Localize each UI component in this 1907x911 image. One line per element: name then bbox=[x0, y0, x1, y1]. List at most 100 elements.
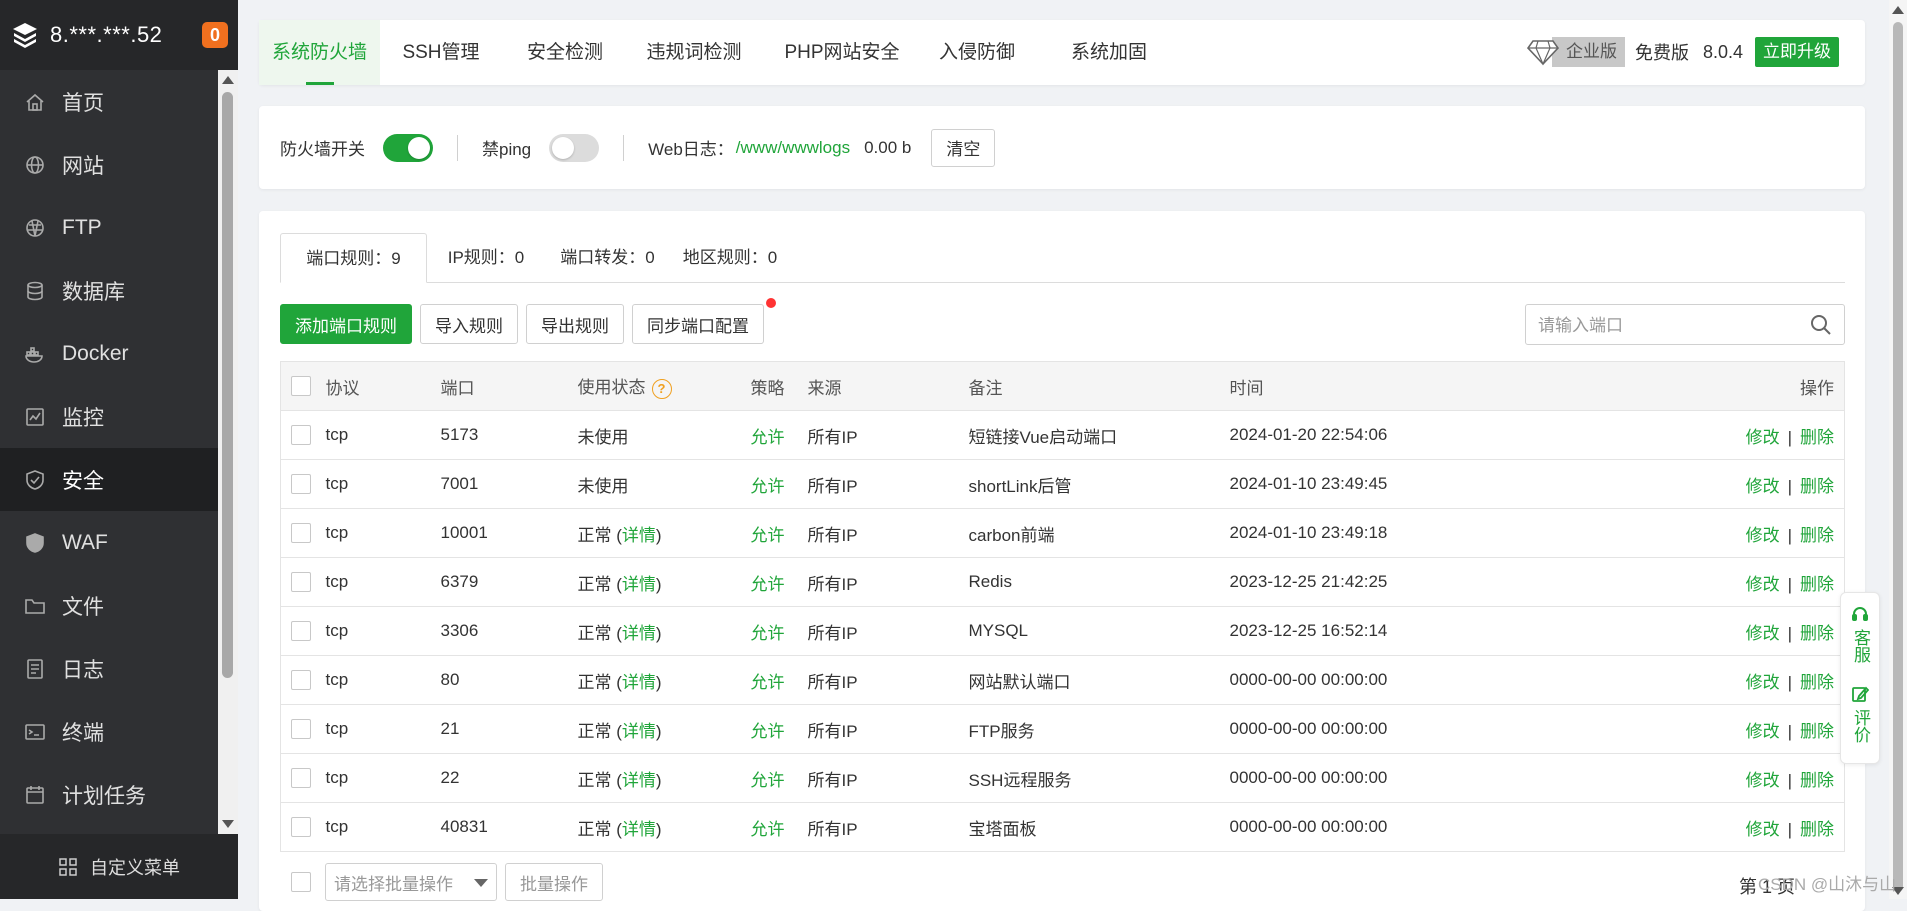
sidebar-item-7[interactable]: WAF bbox=[0, 511, 218, 574]
clear-log-button[interactable]: 清空 bbox=[931, 128, 996, 167]
batch-operation-select[interactable]: 请选择批量操作 bbox=[325, 863, 497, 901]
row-checkbox[interactable] bbox=[291, 768, 311, 789]
row-checkbox[interactable] bbox=[291, 572, 311, 593]
delete-link[interactable]: 删除 bbox=[1800, 722, 1834, 741]
sidebar-item-3[interactable]: 数据库 bbox=[0, 259, 218, 322]
delete-link[interactable]: 删除 bbox=[1800, 477, 1834, 496]
row-checkbox[interactable] bbox=[291, 621, 311, 642]
edit-link[interactable]: 修改 bbox=[1746, 820, 1780, 839]
detail-link[interactable]: 详情 bbox=[622, 673, 656, 692]
cell-policy[interactable]: 允许 bbox=[750, 508, 808, 558]
ping-toggle[interactable] bbox=[549, 133, 600, 162]
cell-policy[interactable]: 允许 bbox=[750, 704, 808, 754]
export-rules-button[interactable]: 导出规则 bbox=[526, 304, 624, 344]
sidebar-item-10[interactable]: 终端 bbox=[0, 700, 218, 763]
tab-system-firewall[interactable]: 系统防火墙 bbox=[259, 20, 380, 85]
sidebar-item-0[interactable]: 首页 bbox=[0, 70, 218, 133]
tab-region-rules[interactable]: 地区规则：0 bbox=[670, 233, 790, 282]
cell-policy[interactable]: 允许 bbox=[750, 753, 808, 803]
scroll-up-arrow-icon[interactable] bbox=[1892, 6, 1904, 14]
edit-link[interactable]: 修改 bbox=[1746, 477, 1780, 496]
batch-operation-button[interactable]: 批量操作 bbox=[505, 863, 603, 901]
edit-link[interactable]: 修改 bbox=[1746, 428, 1780, 447]
cell-policy[interactable]: 允许 bbox=[750, 410, 808, 460]
sidebar-item-2[interactable]: FTP bbox=[0, 196, 218, 259]
cell-policy[interactable]: 允许 bbox=[750, 655, 808, 705]
weblog-path-link[interactable]: /www/wwwlogs bbox=[736, 138, 850, 158]
help-icon[interactable]: ? bbox=[651, 378, 672, 399]
add-port-rule-button[interactable]: 添加端口规则 bbox=[280, 304, 412, 344]
sidebar-item-11[interactable]: 计划任务 bbox=[0, 763, 218, 826]
delete-link[interactable]: 删除 bbox=[1800, 428, 1834, 447]
edit-link[interactable]: 修改 bbox=[1746, 673, 1780, 692]
delete-link[interactable]: 删除 bbox=[1800, 526, 1834, 545]
cell-policy[interactable]: 允许 bbox=[750, 557, 808, 607]
cell-time: 2024-01-10 23:49:18 bbox=[1229, 508, 1510, 558]
tab-ip-rules[interactable]: IP规则：0 bbox=[427, 233, 545, 282]
scroll-up-arrow-icon[interactable] bbox=[222, 76, 234, 84]
tab-port-forward[interactable]: 端口转发：0 bbox=[545, 233, 670, 282]
review-button[interactable]: 评价 bbox=[1850, 685, 1870, 743]
import-rules-button[interactable]: 导入规则 bbox=[420, 304, 518, 344]
detail-link[interactable]: 详情 bbox=[622, 624, 656, 643]
detail-link[interactable]: 详情 bbox=[622, 771, 656, 790]
sidebar-item-9[interactable]: 日志 bbox=[0, 637, 218, 700]
detail-link[interactable]: 详情 bbox=[622, 575, 656, 594]
row-checkbox[interactable] bbox=[291, 719, 311, 740]
sidebar-item-1[interactable]: 网站 bbox=[0, 133, 218, 196]
sidebar-item-5[interactable]: 监控 bbox=[0, 385, 218, 448]
sidebar-scroll-thumb[interactable] bbox=[222, 92, 233, 678]
row-checkbox[interactable] bbox=[291, 670, 311, 691]
batch-select-all-checkbox[interactable] bbox=[291, 872, 311, 892]
cell-policy[interactable]: 允许 bbox=[750, 606, 808, 656]
tab-system-hardening[interactable]: 系统加固 bbox=[1034, 20, 1184, 85]
customer-service-button[interactable]: 客服 bbox=[1850, 605, 1870, 663]
select-all-checkbox[interactable] bbox=[291, 376, 311, 397]
firewall-toggle[interactable] bbox=[383, 133, 433, 162]
edit-link[interactable]: 修改 bbox=[1746, 722, 1780, 741]
row-select-cell bbox=[280, 410, 326, 460]
sidebar-item-4[interactable]: Docker bbox=[0, 322, 218, 385]
delete-link[interactable]: 删除 bbox=[1800, 624, 1834, 643]
delete-link[interactable]: 删除 bbox=[1800, 820, 1834, 839]
upgrade-button[interactable]: 立即升级 bbox=[1755, 37, 1839, 67]
custom-menu-button[interactable]: 自定义菜单 bbox=[0, 834, 238, 899]
edit-link[interactable]: 修改 bbox=[1746, 771, 1780, 790]
row-checkbox[interactable] bbox=[291, 523, 311, 544]
detail-link[interactable]: 详情 bbox=[622, 526, 656, 545]
page-scroll-thumb[interactable] bbox=[1893, 22, 1903, 892]
tab-php-security[interactable]: PHP网站安全 bbox=[767, 20, 917, 85]
search-icon[interactable] bbox=[1810, 314, 1832, 336]
row-checkbox[interactable] bbox=[291, 817, 311, 838]
delete-link[interactable]: 删除 bbox=[1800, 673, 1834, 692]
action-separator: | bbox=[1787, 819, 1792, 839]
sidebar-scrollbar[interactable] bbox=[218, 70, 238, 834]
delete-link[interactable]: 删除 bbox=[1800, 575, 1834, 594]
sidebar-item-6[interactable]: 安全 bbox=[0, 448, 218, 511]
tab-port-rules[interactable]: 端口规则：9 bbox=[280, 233, 427, 283]
tab-security-scan[interactable]: 安全检测 bbox=[506, 20, 624, 85]
cell-policy[interactable]: 允许 bbox=[750, 802, 808, 852]
scroll-down-arrow-icon[interactable] bbox=[222, 820, 234, 828]
row-checkbox[interactable] bbox=[291, 474, 311, 495]
page-scrollbar[interactable] bbox=[1889, 0, 1907, 899]
edit-link[interactable]: 修改 bbox=[1746, 526, 1780, 545]
edit-link[interactable]: 修改 bbox=[1746, 624, 1780, 643]
tab-intrusion-prevention[interactable]: 入侵防御 bbox=[919, 20, 1035, 85]
port-search-input[interactable] bbox=[1526, 305, 1800, 346]
tab-ssh[interactable]: SSH管理 bbox=[385, 20, 497, 85]
sync-port-config-button[interactable]: 同步端口配置 bbox=[632, 304, 764, 344]
enterprise-badge[interactable]: 企业版 bbox=[1526, 37, 1625, 67]
detail-link[interactable]: 详情 bbox=[622, 820, 656, 839]
edit-link[interactable]: 修改 bbox=[1746, 575, 1780, 594]
server-header[interactable]: 8.***.***.52 0 bbox=[0, 0, 238, 70]
delete-link[interactable]: 删除 bbox=[1800, 771, 1834, 790]
tab-banned-words[interactable]: 违规词检测 bbox=[627, 20, 761, 85]
status-paren: ) bbox=[655, 623, 662, 643]
detail-link[interactable]: 详情 bbox=[622, 722, 656, 741]
status-text: 正常 bbox=[577, 819, 612, 839]
sidebar-item-8[interactable]: 文件 bbox=[0, 574, 218, 637]
row-checkbox[interactable] bbox=[291, 425, 311, 446]
cell-policy[interactable]: 允许 bbox=[750, 459, 808, 509]
alert-badge[interactable]: 0 bbox=[202, 22, 228, 48]
